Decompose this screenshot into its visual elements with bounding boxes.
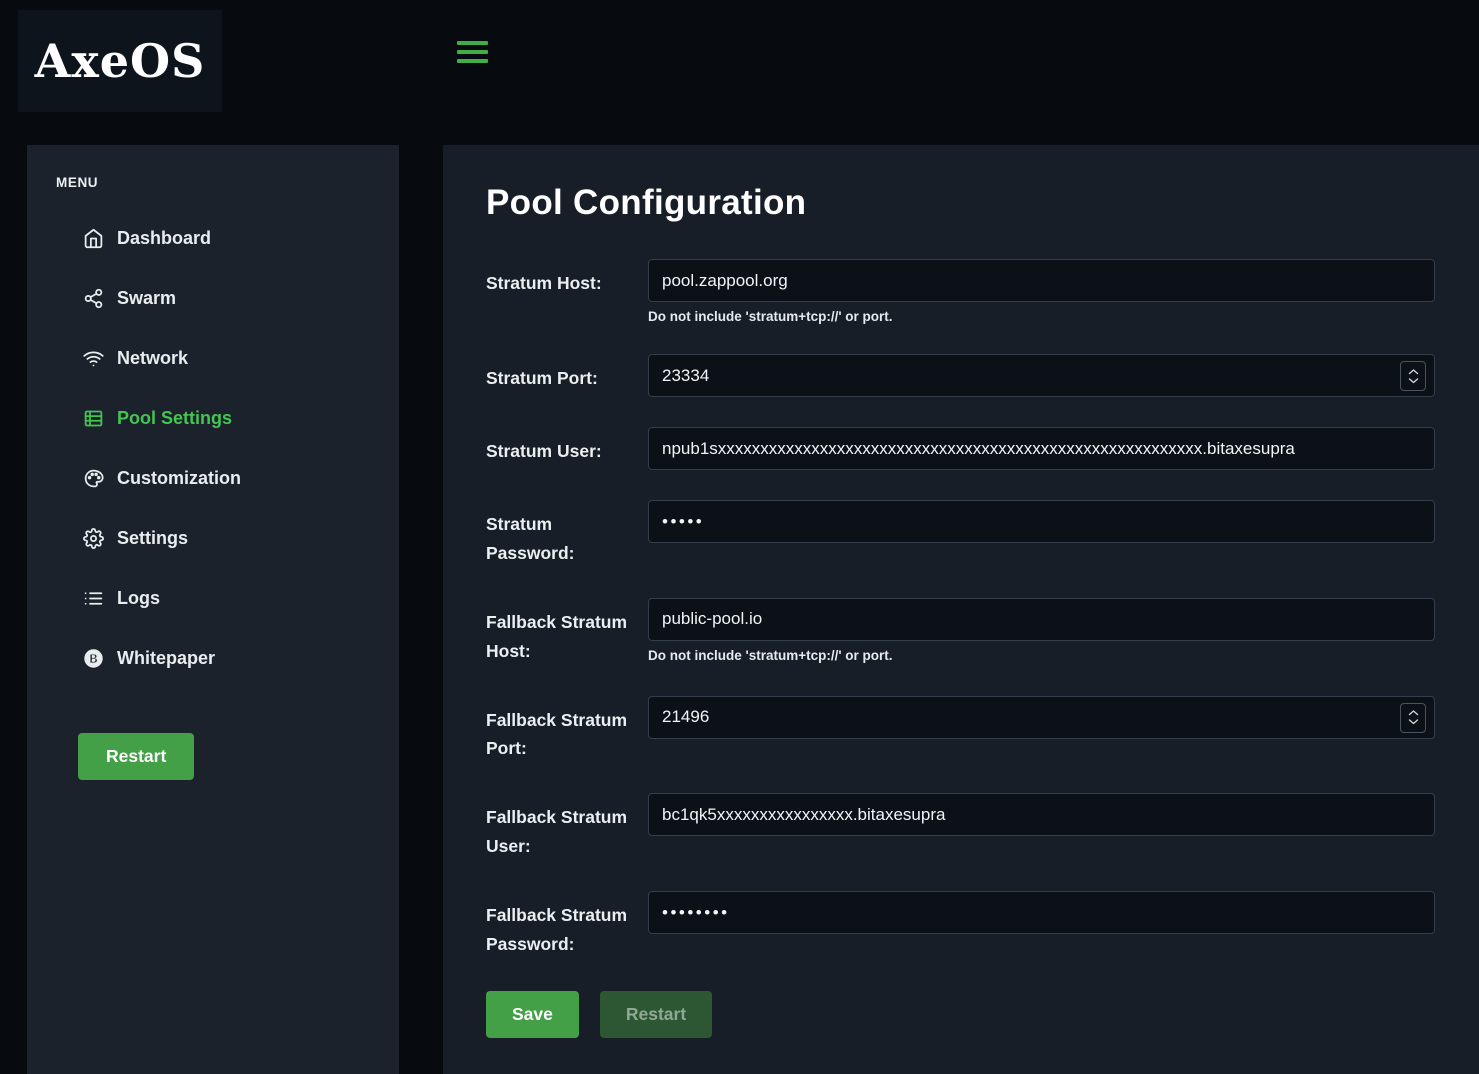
sidebar-item-label: Settings — [117, 528, 188, 549]
home-icon — [83, 228, 104, 249]
hamburger-icon — [457, 59, 488, 63]
form-row-stratum-port: Stratum Port: — [486, 354, 1435, 397]
chevron-up-icon — [1408, 710, 1419, 716]
sidebar-item-label: Logs — [117, 588, 160, 609]
form-row-stratum-user: Stratum User: — [486, 427, 1435, 470]
field-label: Stratum User: — [486, 427, 648, 470]
fallback-stratum-user-input[interactable] — [648, 793, 1435, 836]
sidebar-item-logs[interactable]: Logs — [27, 568, 399, 628]
logo-text: AxeOS — [35, 34, 206, 88]
field-hint: Do not include 'stratum+tcp://' or port. — [648, 309, 1435, 324]
field-label: Fallback Stratum Host: — [486, 598, 648, 666]
number-stepper[interactable] — [1400, 703, 1426, 733]
sidebar-item-pool-settings[interactable]: Pool Settings — [27, 388, 399, 448]
chevron-down-icon — [1408, 378, 1419, 384]
form-row-fallback-stratum-password: Fallback Stratum Password: — [486, 891, 1435, 959]
form-row-stratum-password: Stratum Password: — [486, 500, 1435, 568]
menu-section-label: MENU — [56, 175, 399, 190]
logo: AxeOS — [18, 10, 222, 112]
sidebar-item-dashboard[interactable]: Dashboard — [27, 208, 399, 268]
sidebar-nav: Dashboard Swarm Network Pool Settings — [27, 208, 399, 688]
sidebar-item-whitepaper[interactable]: B Whitepaper — [27, 628, 399, 688]
palette-icon — [83, 468, 104, 489]
fallback-stratum-port-input[interactable] — [648, 696, 1435, 739]
field-label: Stratum Host: — [486, 259, 648, 324]
field-label: Stratum Password: — [486, 500, 648, 568]
chevron-up-icon — [1408, 369, 1419, 375]
sidebar-item-network[interactable]: Network — [27, 328, 399, 388]
wifi-icon — [83, 348, 104, 369]
sidebar-item-label: Network — [117, 348, 188, 369]
sidebar: MENU Dashboard Swarm Network — [27, 145, 399, 1074]
sidebar-restart-button[interactable]: Restart — [78, 733, 194, 780]
sidebar-item-settings[interactable]: Settings — [27, 508, 399, 568]
field-label: Fallback Stratum Password: — [486, 891, 648, 959]
form-row-fallback-stratum-host: Fallback Stratum Host: Do not include 's… — [486, 598, 1435, 666]
gear-icon — [83, 528, 104, 549]
sidebar-item-label: Whitepaper — [117, 648, 215, 669]
sidebar-item-label: Customization — [117, 468, 241, 489]
fallback-stratum-host-input[interactable] — [648, 598, 1435, 641]
menu-toggle-button[interactable] — [455, 37, 491, 67]
table-icon — [83, 408, 104, 429]
main-panel: Pool Configuration Stratum Host: Do not … — [443, 145, 1479, 1074]
svg-text:B: B — [89, 651, 98, 665]
form-actions: Save Restart — [486, 991, 1435, 1038]
restart-button[interactable]: Restart — [600, 991, 712, 1038]
field-label: Fallback Stratum User: — [486, 793, 648, 861]
number-stepper[interactable] — [1400, 361, 1426, 391]
save-button[interactable]: Save — [486, 991, 579, 1038]
hamburger-icon — [457, 41, 488, 45]
stratum-port-input[interactable] — [648, 354, 1435, 397]
stratum-user-input[interactable] — [648, 427, 1435, 470]
stratum-password-input[interactable] — [648, 500, 1435, 543]
form-row-stratum-host: Stratum Host: Do not include 'stratum+tc… — [486, 259, 1435, 324]
field-label: Fallback Stratum Port: — [486, 696, 648, 764]
share-nodes-icon — [83, 288, 104, 309]
sidebar-item-label: Pool Settings — [117, 408, 232, 429]
page-title: Pool Configuration — [486, 183, 1435, 223]
list-icon — [83, 588, 104, 609]
stratum-host-input[interactable] — [648, 259, 1435, 302]
sidebar-item-customization[interactable]: Customization — [27, 448, 399, 508]
chevron-down-icon — [1408, 719, 1419, 725]
form-row-fallback-stratum-user: Fallback Stratum User: — [486, 793, 1435, 861]
fallback-stratum-password-input[interactable] — [648, 891, 1435, 934]
axeos-app: AxeOS MENU Dashboard Swarm — [0, 0, 1479, 1074]
hamburger-icon — [457, 50, 488, 54]
sidebar-item-swarm[interactable]: Swarm — [27, 268, 399, 328]
field-label: Stratum Port: — [486, 354, 648, 397]
form-row-fallback-stratum-port: Fallback Stratum Port: — [486, 696, 1435, 764]
bitcoin-icon: B — [83, 648, 104, 669]
field-hint: Do not include 'stratum+tcp://' or port. — [648, 648, 1435, 663]
pool-configuration-form: Stratum Host: Do not include 'stratum+tc… — [486, 259, 1435, 1038]
sidebar-item-label: Dashboard — [117, 228, 211, 249]
sidebar-item-label: Swarm — [117, 288, 176, 309]
